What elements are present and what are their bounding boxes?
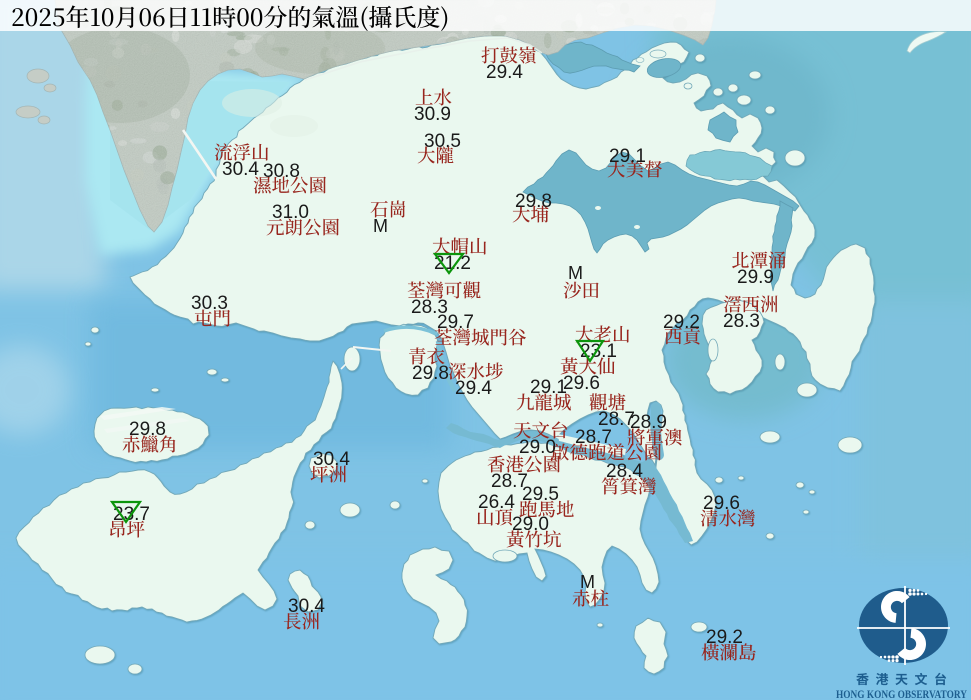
svg-text:29.9: 29.9 — [737, 267, 774, 288]
svg-text:29.8: 29.8 — [515, 191, 552, 212]
svg-text:29.4: 29.4 — [455, 378, 492, 399]
svg-text:30.4: 30.4 — [222, 159, 259, 180]
svg-text:29.0: 29.0 — [519, 437, 556, 458]
svg-text:28.3: 28.3 — [723, 311, 760, 332]
svg-text:M: M — [373, 216, 388, 236]
svg-text:29.7: 29.7 — [437, 312, 474, 333]
svg-text:29.0: 29.0 — [512, 514, 549, 535]
svg-text:28.4: 28.4 — [606, 461, 643, 482]
svg-text:29.2: 29.2 — [706, 627, 743, 648]
svg-text:30.5: 30.5 — [424, 131, 461, 152]
svg-text:23.1: 23.1 — [580, 341, 617, 362]
svg-text:28.7: 28.7 — [575, 427, 612, 448]
svg-text:HONG KONG OBSERVATORY: HONG KONG OBSERVATORY — [836, 687, 967, 700]
svg-text:30.8: 30.8 — [263, 161, 300, 182]
svg-text:29.1: 29.1 — [530, 377, 567, 398]
svg-text:29.2: 29.2 — [663, 312, 700, 333]
svg-text:29.6: 29.6 — [703, 493, 740, 514]
svg-text:30.9: 30.9 — [414, 104, 451, 125]
svg-text:30.3: 30.3 — [191, 293, 228, 314]
svg-text:26.4: 26.4 — [478, 492, 515, 513]
svg-text:29.8: 29.8 — [129, 419, 166, 440]
svg-text:31.0: 31.0 — [272, 202, 309, 223]
svg-text:M: M — [580, 572, 595, 592]
svg-text:30.4: 30.4 — [288, 596, 325, 617]
svg-text:29.4: 29.4 — [486, 62, 523, 83]
svg-text:M: M — [568, 263, 583, 283]
svg-text:21.2: 21.2 — [434, 253, 471, 274]
svg-text:28.9: 28.9 — [630, 412, 667, 433]
svg-text:29.6: 29.6 — [563, 373, 600, 394]
svg-text:29.8: 29.8 — [412, 363, 449, 384]
svg-text:29.1: 29.1 — [609, 146, 646, 167]
svg-text:30.4: 30.4 — [313, 449, 350, 470]
svg-text:29.5: 29.5 — [522, 484, 559, 505]
